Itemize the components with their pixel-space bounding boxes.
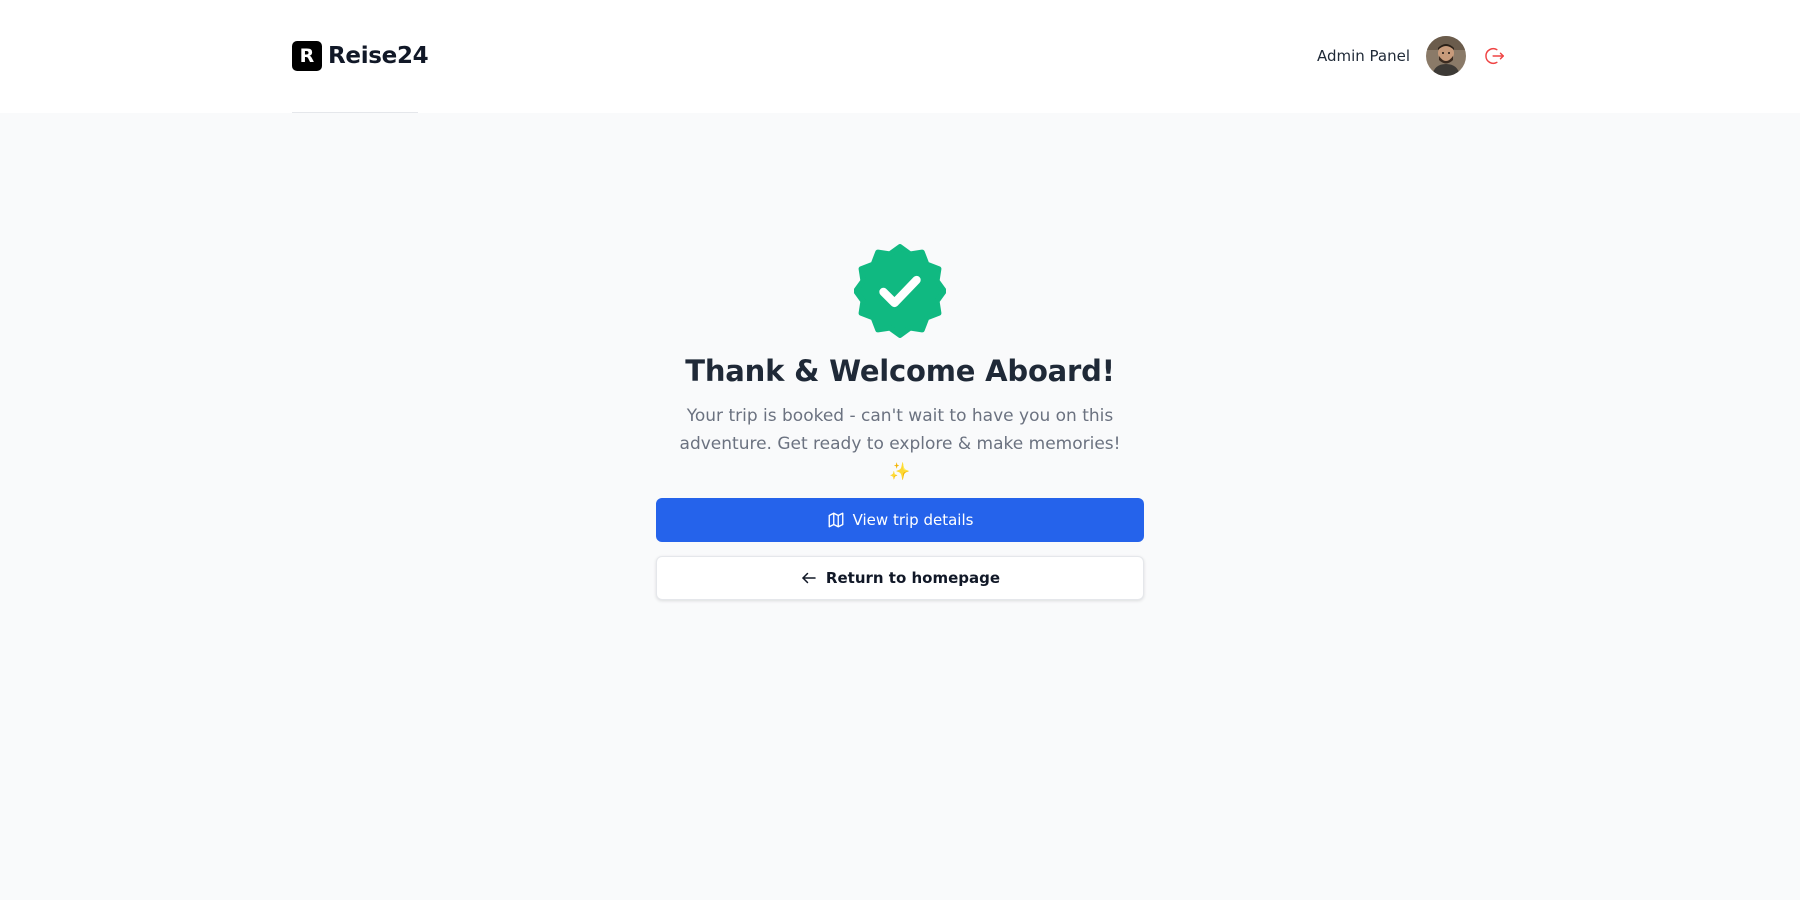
confirmation-message: Your trip is booked - can't wait to have…	[679, 406, 1121, 482]
arrow-left-icon	[800, 569, 818, 587]
return-homepage-button[interactable]: Return to homepage	[656, 556, 1144, 600]
logo-mark: R	[292, 41, 322, 71]
verified-badge-icon	[853, 244, 947, 338]
confirmation-title: Thank & Welcome Aboard!	[685, 354, 1115, 388]
user-avatar[interactable]	[1426, 36, 1466, 76]
user-nav: Admin Panel	[1317, 36, 1508, 76]
view-trip-details-button[interactable]: View trip details	[656, 498, 1144, 542]
brand-name: Reise24	[328, 43, 429, 69]
confirmation-panel: Thank & Welcome Aboard! Your trip is boo…	[0, 244, 1800, 600]
admin-panel-link[interactable]: Admin Panel	[1317, 47, 1410, 65]
avatar-image	[1426, 36, 1466, 76]
nav-divider	[292, 112, 418, 113]
return-homepage-label: Return to homepage	[825, 569, 1001, 587]
view-trip-details-label: View trip details	[852, 511, 974, 529]
brand-logo[interactable]: R Reise24	[292, 41, 429, 71]
map-icon	[827, 511, 845, 529]
logout-icon[interactable]	[1482, 43, 1508, 69]
top-navbar: R Reise24 Admin Panel	[0, 0, 1800, 113]
